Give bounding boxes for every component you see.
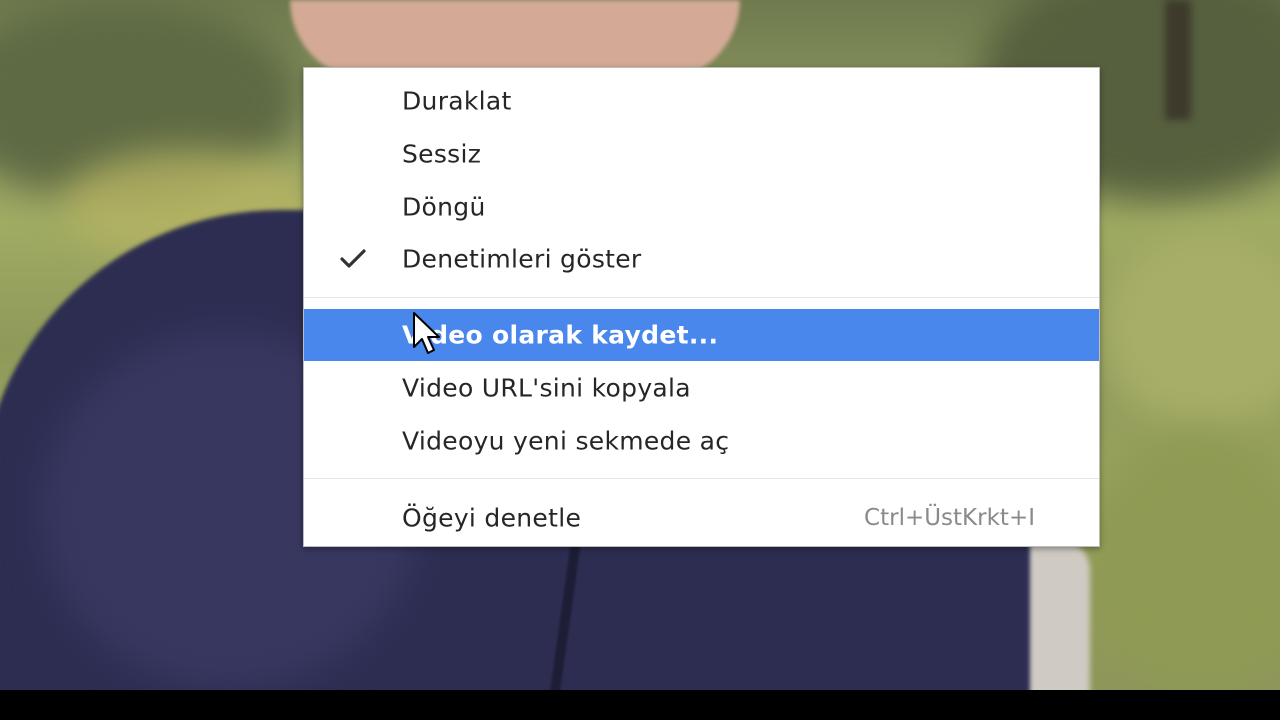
- menu-item-shortcut: Ctrl+ÜstKrkt+I: [864, 505, 1035, 531]
- background-grass: [1100, 230, 1280, 430]
- context-menu: Duraklat Sessiz Döngü Denetimleri göster…: [303, 67, 1100, 547]
- background-grass: [1080, 430, 1280, 690]
- menu-item-label: Videoyu yeni sekmede aç: [402, 426, 730, 456]
- menu-separator: [304, 297, 1099, 298]
- menu-item-mute[interactable]: Sessiz: [304, 128, 1099, 180]
- menu-item-label: Sessiz: [402, 139, 482, 169]
- menu-item-label: Denetimleri göster: [402, 244, 642, 274]
- screen: Duraklat Sessiz Döngü Denetimleri göster…: [0, 0, 1280, 720]
- menu-item-open-video-new-tab[interactable]: Videoyu yeni sekmede aç: [304, 415, 1099, 467]
- menu-item-label: Duraklat: [402, 86, 512, 116]
- background-tree: [1165, 0, 1191, 120]
- menu-item-show-controls[interactable]: Denetimleri göster: [304, 233, 1099, 285]
- menu-item-label: Öğeyi denetle: [402, 503, 582, 533]
- menu-item-inspect-element[interactable]: Öğeyi denetle Ctrl+ÜstKrkt+I: [304, 492, 1099, 544]
- menu-separator: [304, 478, 1099, 479]
- menu-item-label: Video URL'sini kopyala: [402, 373, 691, 403]
- menu-item-copy-video-url[interactable]: Video URL'sini kopyala: [304, 362, 1099, 414]
- menu-item-pause[interactable]: Duraklat: [304, 75, 1099, 127]
- menu-item-label: Video olarak kaydet...: [402, 320, 719, 350]
- menu-item-save-video-as[interactable]: Video olarak kaydet...: [304, 309, 1099, 361]
- menu-item-loop[interactable]: Döngü: [304, 181, 1099, 233]
- menu-item-label: Döngü: [402, 192, 486, 222]
- letterbox-bar: [0, 690, 1280, 720]
- checkmark-icon: [340, 249, 366, 268]
